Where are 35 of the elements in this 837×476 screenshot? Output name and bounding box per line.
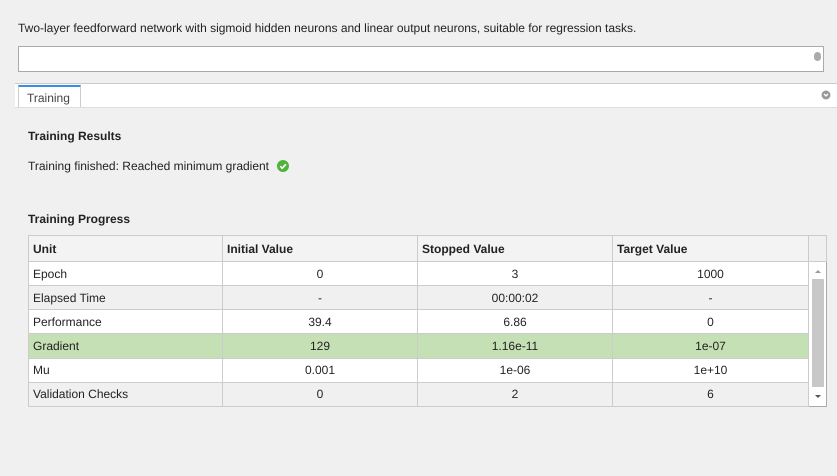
column-header[interactable]: Target Value — [612, 236, 808, 262]
status-text: Training finished: Reached minimum gradient — [28, 158, 270, 174]
table-cell: 1e-07 — [612, 334, 808, 358]
table-cell: 6.86 — [418, 310, 612, 334]
table-cell: 0 — [222, 262, 418, 286]
column-header[interactable]: Stopped Value — [418, 236, 612, 262]
table-cell: 00:00:02 — [418, 286, 612, 310]
table-cell: Gradient — [28, 334, 222, 358]
table-cell: Validation Checks — [28, 382, 222, 406]
text-field[interactable] — [18, 46, 824, 72]
table-cell: - — [612, 286, 808, 310]
table-cell: Elapsed Time — [28, 286, 222, 310]
section-title: Training Progress — [28, 211, 132, 227]
column-header[interactable]: Unit — [28, 236, 222, 262]
table-cell: 0 — [222, 382, 418, 406]
table-cell: 1000 — [612, 262, 808, 286]
table-cell: 129 — [222, 334, 418, 358]
scroll-thumb-icon — [814, 52, 821, 61]
table-cell: 1.16e-11 — [418, 334, 612, 358]
table-cell: Performance — [28, 310, 222, 334]
table-cell: 3 — [418, 262, 612, 286]
table-cell: Mu — [28, 358, 222, 382]
table-cell: 6 — [612, 382, 808, 406]
table-cell: 0 — [612, 310, 808, 334]
table-cell: - — [222, 286, 418, 310]
tab[interactable]: Training — [18, 85, 81, 107]
table-cell: 2 — [418, 382, 612, 406]
table-cell: 1e+10 — [612, 358, 808, 382]
table-cell: 0.001 — [222, 358, 418, 382]
section-title: Training Results — [28, 128, 122, 144]
table-cell: 39.4 — [222, 310, 418, 334]
description-text: Two-layer feedforward network with sigmoid hidden neurons and linear output neurons, suitable for regression tasks. — [18, 20, 638, 36]
column-header[interactable]: Initial Value — [222, 236, 418, 262]
table-cell: Epoch — [28, 262, 222, 286]
table-cell: 1e-06 — [418, 358, 612, 382]
